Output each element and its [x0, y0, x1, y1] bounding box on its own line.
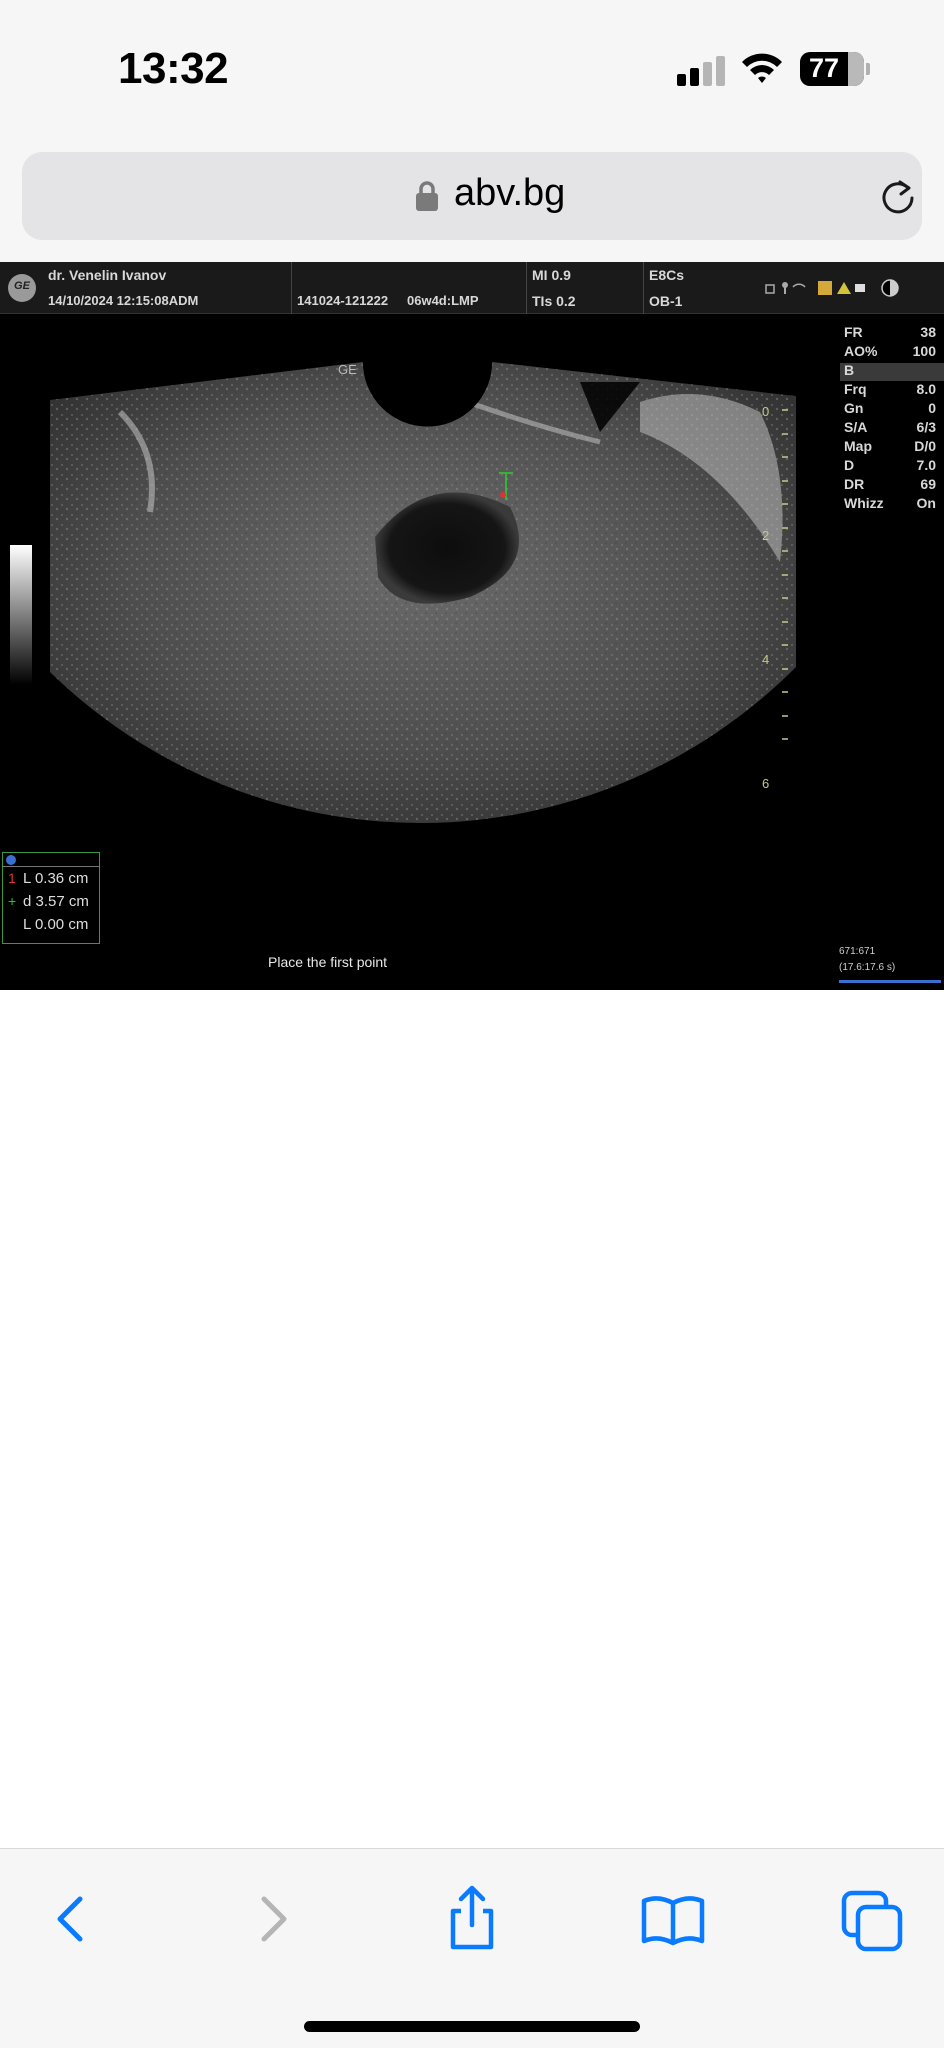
frame-count: 671:671 [839, 946, 876, 957]
param-row: Frq 8.0 [844, 381, 936, 397]
depth-label-2: 2 [762, 528, 770, 543]
home-indicator [304, 2021, 640, 2032]
caliper-prompt: Place the first point [268, 954, 388, 970]
cellular-signal-icon [677, 54, 725, 86]
param-row: D 7.0 [844, 457, 936, 473]
param-row: DR 69 [844, 476, 936, 492]
depth-label-6: 6 [762, 776, 770, 791]
bottom-toolbar [0, 1848, 944, 2048]
measurement-header [3, 853, 99, 867]
forward-icon[interactable] [238, 1883, 308, 1953]
measurement-row: + d 3.57 cm [8, 893, 89, 910]
status-bar: 13:32 77 [0, 0, 944, 140]
param-row: Map D/0 [844, 438, 936, 454]
reload-icon[interactable] [878, 178, 918, 218]
url-text: abv.bg [454, 172, 566, 214]
measurement-row: L 0.00 cm [23, 916, 89, 933]
param-row: B [844, 362, 855, 378]
battery-icon: 77 [800, 52, 864, 86]
lock-icon [416, 181, 438, 211]
bookmarks-icon[interactable] [638, 1883, 708, 1953]
browser-address-area: abv.bg [0, 140, 944, 262]
brand-watermark: GE [338, 362, 357, 377]
wifi-icon [742, 53, 782, 83]
ultrasound-image: GE dr. Venelin Ivanov 14/10/2024 12:15:0… [0, 262, 944, 990]
battery-percent: 77 [808, 53, 840, 83]
param-row: Whizz On [844, 495, 936, 511]
depth-label-0: 0 [762, 404, 770, 419]
caliper-icon [6, 855, 16, 865]
share-icon[interactable] [437, 1883, 507, 1953]
frame-time: (17.6:17.6 s) [839, 962, 896, 973]
battery-tip [866, 63, 870, 75]
measurement-box: 1 L 0.36 cm + d 3.57 cm L 0.00 cm [2, 852, 100, 944]
grayscale-bar [10, 545, 32, 685]
address-bar[interactable]: abv.bg [22, 152, 922, 240]
cine-progress-bar [839, 980, 941, 983]
depth-label-4: 4 [762, 652, 770, 667]
param-row: Gn 0 [844, 400, 936, 416]
param-row: AO% 100 [844, 343, 936, 359]
param-row: FR 38 [844, 324, 936, 340]
status-time: 13:32 [118, 44, 229, 93]
back-icon[interactable] [36, 1883, 106, 1953]
tabs-icon[interactable] [838, 1883, 908, 1953]
measurement-row: 1 L 0.36 cm [8, 870, 89, 887]
param-row: S/A 6/3 [844, 419, 936, 435]
scan-sector [50, 362, 796, 823]
